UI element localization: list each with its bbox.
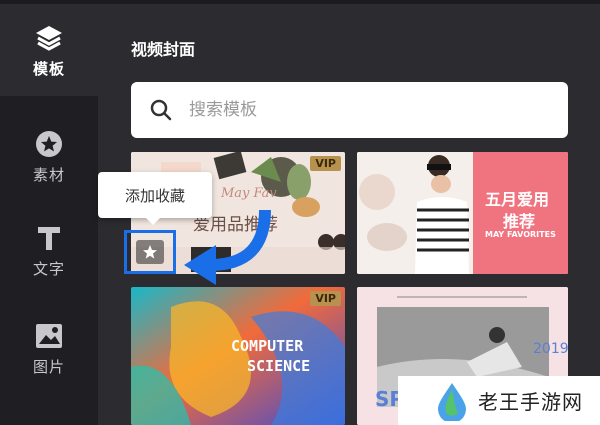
card-script-text: May Fav xyxy=(221,186,277,201)
section-title: 视频封面 xyxy=(131,40,196,59)
card-subtitle: MAY FAVORITES xyxy=(485,230,556,239)
arrow-annotation-icon xyxy=(184,209,271,285)
sidebar-item-assets[interactable]: 素材 xyxy=(0,110,98,202)
card-title-line2: 推荐 xyxy=(503,212,536,231)
card-thumbnail xyxy=(131,287,345,425)
sidebar-item-label: 素材 xyxy=(32,165,65,184)
sidebar-item-text[interactable]: 文字 xyxy=(0,204,98,296)
card-thumbnail xyxy=(357,152,568,274)
card-title-line1: 五月爱用 xyxy=(485,190,550,209)
image-icon xyxy=(33,320,65,352)
template-card-may-favorites[interactable]: 五月爱用 推荐 MAY FAVORITES xyxy=(357,152,568,274)
vip-badge: VIP xyxy=(310,156,341,171)
card-line1: COMPUTER xyxy=(231,337,304,355)
tooltip-text: 添加收藏 xyxy=(124,186,185,205)
sidebar-item-label: 文字 xyxy=(32,259,65,278)
sidebar-item-templates[interactable]: 模板 xyxy=(0,4,98,96)
sidebar: 模板 素材 文字 图片 xyxy=(0,4,98,425)
water-drop-logo-icon xyxy=(438,382,466,421)
sidebar-item-label: 图片 xyxy=(32,357,65,376)
search-input[interactable] xyxy=(187,99,551,121)
sidebar-item-label: 模板 xyxy=(32,59,65,78)
text-t-icon xyxy=(33,222,65,254)
sidebar-item-images[interactable]: 图片 xyxy=(0,302,98,394)
search-bar[interactable] xyxy=(131,82,568,138)
template-card-computer-science[interactable]: COMPUTER SCIENCE VIP xyxy=(131,287,345,425)
star-icon xyxy=(136,240,164,264)
add-favorite-button[interactable] xyxy=(124,230,176,274)
search-icon xyxy=(149,98,173,122)
layers-icon xyxy=(33,22,65,54)
card-line2: SCIENCE xyxy=(247,357,311,375)
vip-badge: VIP xyxy=(310,291,341,306)
watermark: 老王手游网 xyxy=(398,376,600,425)
star-circle-icon xyxy=(33,128,65,160)
card-year: 2019 xyxy=(533,341,568,357)
watermark-text: 老王手游网 xyxy=(478,390,583,414)
